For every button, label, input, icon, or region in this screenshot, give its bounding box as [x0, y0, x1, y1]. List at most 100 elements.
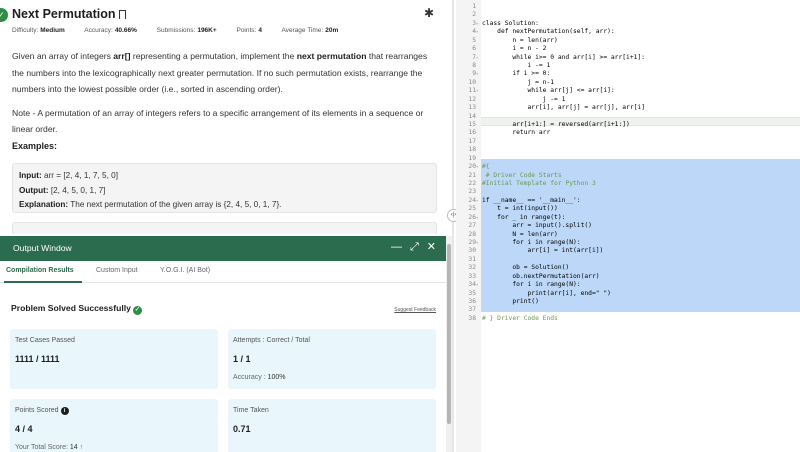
code-line[interactable]: 18 — [456, 146, 800, 154]
line-number: 14 — [468, 112, 476, 120]
code-text: # } Driver Code Ends — [482, 314, 558, 322]
code-text: arr[i] = int(arr[i]) — [482, 247, 604, 255]
line-number: 27 — [468, 222, 476, 230]
code-line[interactable]: 29 ▾ for i in range(N): — [456, 239, 800, 247]
code-line[interactable]: 26 ▾ for _ in range(t): — [456, 214, 800, 222]
example-explanation-label: Explanation: — [19, 200, 69, 209]
code-line[interactable]: 32 ob = Solution() — [456, 264, 800, 272]
line-number: 2 — [472, 11, 476, 19]
line-number: 24 — [468, 196, 476, 204]
suggest-feedback-link[interactable]: Suggest Feedback — [394, 307, 436, 313]
fold-arrow-icon[interactable]: ▾ — [476, 239, 478, 247]
code-line[interactable]: 4 ▾ def nextPermutation(self, arr): — [456, 28, 800, 36]
tab-custom-input[interactable]: Custom Input — [96, 267, 138, 274]
code-line[interactable]: 2 — [456, 11, 800, 19]
fold-arrow-icon[interactable]: ▾ — [476, 87, 478, 95]
meta-points-key: Points: — [236, 27, 257, 34]
example-explanation: Explanation: The next permutation of the… — [19, 198, 430, 213]
panel-divider[interactable] — [452, 0, 454, 452]
minimize-icon[interactable]: — — [391, 241, 402, 253]
examples-heading: Examples: — [12, 141, 58, 151]
code-line[interactable]: 25 t = int(input()) — [456, 205, 800, 213]
code-line[interactable]: 35 print(arr[i], end=" ") — [456, 290, 800, 298]
points-card: Points Scored i 4 / 4 Your Total Score: 1… — [10, 399, 218, 452]
line-number: 21 — [468, 171, 476, 179]
code-line[interactable]: 31 — [456, 256, 800, 264]
tab-yogi-ai-bot[interactable]: Y.O.G.I. (AI Bot) — [160, 267, 210, 274]
code-line[interactable]: 17 — [456, 138, 800, 146]
code-text: #Initial Template for Python 3 — [482, 180, 596, 188]
meta-submissions-value: 196K+ — [197, 27, 217, 34]
example-input-label: Input: — [19, 171, 42, 180]
problem-title: Next Permutation — [12, 7, 126, 21]
code-line[interactable]: 8 i -= 1 — [456, 62, 800, 70]
code-line[interactable]: 28 N = len(arr) — [456, 231, 800, 239]
bug-report-icon[interactable]: ✱ — [424, 6, 434, 20]
fold-arrow-icon[interactable]: ▾ — [476, 197, 478, 205]
code-text: t = int(input()) — [482, 205, 558, 213]
code-editor[interactable]: 1 2 3 ▾ class Solution: 4 ▾ def nextPermutatio… — [456, 0, 800, 452]
code-line[interactable]: 19 — [456, 155, 800, 163]
code-line[interactable]: 1 — [456, 3, 800, 11]
tab-compilation-results[interactable]: Compilation Results — [6, 267, 74, 274]
code-line[interactable]: 9 ▾ if i >= 0: — [456, 70, 800, 78]
code-line[interactable]: 11 ▾ while arr[j] <= arr[i]: — [456, 87, 800, 95]
fold-arrow-icon[interactable]: ▾ — [476, 20, 478, 28]
info-icon[interactable]: i — [60, 407, 69, 415]
example-output: Output: [2, 4, 5, 0, 1, 7] — [19, 184, 430, 199]
fold-arrow-icon[interactable]: ▾ — [476, 214, 478, 222]
code-text: if i >= 0: — [482, 70, 551, 78]
points-label: Points Scored — [15, 407, 59, 414]
code-line[interactable]: 24 ▾ if __name__ == '__main__': — [456, 197, 800, 205]
close-icon[interactable]: ✕ — [427, 241, 436, 253]
code-text: arr = input().split() — [482, 222, 592, 230]
line-number: 34 — [468, 281, 476, 289]
code-line[interactable]: 33 ob.nextPermutation(arr) — [456, 273, 800, 281]
code-text: for i in range(N): — [482, 239, 581, 247]
code-line[interactable]: 10 j = n-1 — [456, 79, 800, 87]
time-label: Time Taken — [233, 407, 269, 414]
fold-arrow-icon[interactable]: ▾ — [476, 281, 478, 289]
fold-arrow-icon[interactable]: ▾ — [476, 54, 478, 62]
attempts-label: Attempts : Correct / Total — [233, 337, 310, 344]
code-line[interactable]: 14 — [456, 113, 800, 121]
bookmark-icon[interactable] — [118, 10, 126, 19]
code-line[interactable]: 15 arr[i+1:] = reversed(arr[i+1:]) — [456, 121, 800, 129]
line-number: 22 — [468, 180, 476, 188]
code-text: n = len(arr) — [482, 36, 558, 44]
fold-arrow-icon[interactable]: ▾ — [476, 163, 478, 171]
code-line[interactable]: 20 ▾ #{ — [456, 163, 800, 171]
meta-points-value: 4 — [258, 27, 262, 34]
description-paragraph: Given an array of integers arr[] represe… — [12, 48, 434, 98]
code-line[interactable]: 22 #Initial Template for Python 3 — [456, 180, 800, 188]
code-line[interactable]: 7 ▾ while i>= 0 and arr[i] >= arr[i+1]: — [456, 54, 800, 62]
example-box: Input: arr = [2, 4, 1, 7, 5, 0] Output: … — [12, 163, 437, 213]
code-line[interactable]: 38 # } Driver Code Ends — [456, 315, 800, 323]
code-line[interactable]: 21 # Driver Code Starts — [456, 172, 800, 180]
expand-icon[interactable]: ⤢ — [410, 241, 419, 253]
code-line[interactable]: 6 i = n - 2 — [456, 45, 800, 53]
code-line[interactable]: 5 n = len(arr) — [456, 37, 800, 45]
code-text: j -= 1 — [482, 95, 566, 103]
code-line[interactable]: 16 return arr — [456, 129, 800, 137]
problem-title-text: Next Permutation — [12, 7, 116, 21]
code-line[interactable]: 12 j -= 1 — [456, 96, 800, 104]
code-line[interactable]: 13 arr[i], arr[j] = arr[j], arr[i] — [456, 104, 800, 112]
example-input-value: arr = [2, 4, 1, 7, 5, 0] — [41, 171, 118, 180]
scrollbar-thumb[interactable] — [447, 244, 451, 424]
code-line[interactable]: 23 — [456, 188, 800, 196]
attempts-card: Attempts : Correct / Total 1 / 1 Accurac… — [228, 329, 436, 389]
code-line[interactable]: 27 arr = input().split() — [456, 222, 800, 230]
code-text: i -= 1 — [482, 62, 551, 69]
code-line[interactable]: 37 — [456, 306, 800, 314]
code-line[interactable]: 30 arr[i] = int(arr[i]) — [456, 247, 800, 255]
meta-accuracy-key: Accuracy: — [84, 27, 113, 34]
fold-arrow-icon[interactable]: ▾ — [476, 70, 478, 78]
fold-arrow-icon[interactable]: ▾ — [476, 28, 478, 36]
code-line[interactable]: 36 print() — [456, 298, 800, 306]
code-line[interactable]: 3 ▾ class Solution: — [456, 20, 800, 28]
accuracy-value: 100% — [267, 374, 286, 381]
compilation-results: Problem Solved Successfully ✓ Suggest Fee… — [0, 283, 446, 452]
line-number: 11 — [468, 87, 476, 95]
code-line[interactable]: 34 ▾ for i in range(N): — [456, 281, 800, 289]
